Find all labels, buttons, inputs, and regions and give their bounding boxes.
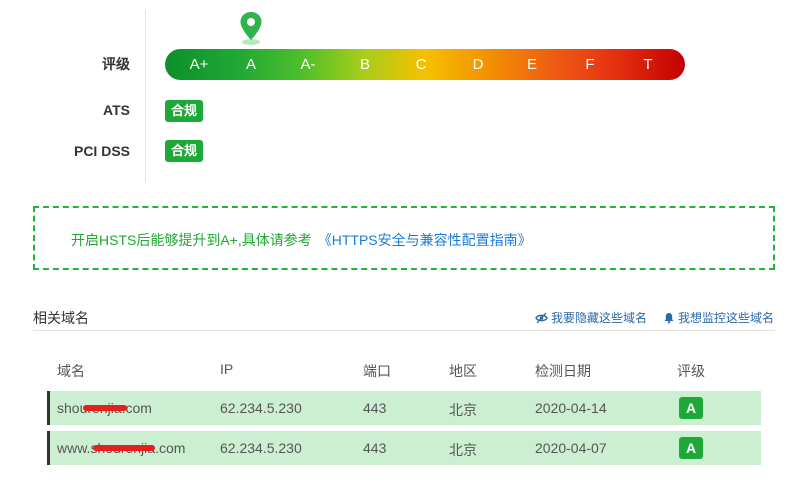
config-guide-link[interactable]: 《HTTPS安全与兼容性配置指南》 <box>318 232 532 248</box>
row-date: 2020-04-07 <box>535 440 607 456</box>
related-domains-title: 相关域名 <box>33 310 89 326</box>
table-row[interactable]: www.shourenjia.com 62.234.5.230 443 北京 2… <box>47 431 761 465</box>
redaction-mark <box>93 445 155 451</box>
row-region: 北京 <box>449 402 477 418</box>
grade-scale-b: B <box>359 56 370 73</box>
header-grade: 评级 <box>677 363 705 379</box>
row-port: 443 <box>363 440 387 456</box>
header-domain: 域名 <box>57 363 85 379</box>
eye-hide-icon <box>535 312 548 324</box>
hide-domains-label: 我要隐藏这些域名 <box>551 311 648 325</box>
grade-scale-bar: A+ A A- B C D E F T <box>165 49 685 80</box>
row-grade-badge[interactable]: A <box>679 437 703 459</box>
grade-marker-pin-icon <box>240 12 262 45</box>
grade-scale-c: C <box>415 56 427 73</box>
row-date: 2020-04-14 <box>535 400 607 416</box>
row-grade-badge[interactable]: A <box>679 397 703 419</box>
ats-label: ATS <box>103 102 130 118</box>
grade-scale-f: F <box>585 56 595 73</box>
section-separator <box>33 330 775 331</box>
grade-scale-e: E <box>526 56 537 73</box>
row-ip: 62.234.5.230 <box>220 400 302 416</box>
table-row[interactable]: shourenjia.com 62.234.5.230 443 北京 2020-… <box>47 391 761 425</box>
header-date: 检测日期 <box>535 363 591 379</box>
header-ip: IP <box>220 361 234 377</box>
hsts-tip-box: 开启HSTS后能够提升到A+,具体请参考 《HTTPS安全与兼容性配置指南》 <box>33 206 775 270</box>
bell-icon <box>664 313 674 324</box>
watch-domains-label: 我想监控这些域名 <box>678 311 775 325</box>
grade-scale-a-plus: A+ <box>189 56 209 73</box>
row-ip: 62.234.5.230 <box>220 440 302 456</box>
grade-label: 评级 <box>102 56 130 72</box>
grade-scale-a-minus: A- <box>300 56 316 73</box>
watch-domains-button[interactable]: 我想监控这些域名 <box>663 309 774 326</box>
header-port: 端口 <box>363 363 391 379</box>
grade-scale-t: T <box>643 56 653 73</box>
ats-compliance-badge: 合规 <box>165 100 204 122</box>
pci-compliance-badge: 合规 <box>165 140 204 162</box>
hsts-tip-text: 开启HSTS后能够提升到A+,具体请参考 <box>71 232 312 248</box>
redaction-mark <box>83 405 127 411</box>
hide-domains-button[interactable]: 我要隐藏这些域名 <box>535 309 647 326</box>
grade-scale-d: D <box>472 56 484 73</box>
row-region: 北京 <box>449 442 477 458</box>
header-region: 地区 <box>449 363 477 379</box>
row-port: 443 <box>363 400 387 416</box>
section-divider <box>145 10 146 182</box>
pci-dss-label: PCI DSS <box>73 143 130 159</box>
hsts-tip: 开启HSTS后能够提升到A+,具体请参考 《HTTPS安全与兼容性配置指南》 <box>71 230 532 250</box>
grade-scale-a: A <box>245 56 256 73</box>
